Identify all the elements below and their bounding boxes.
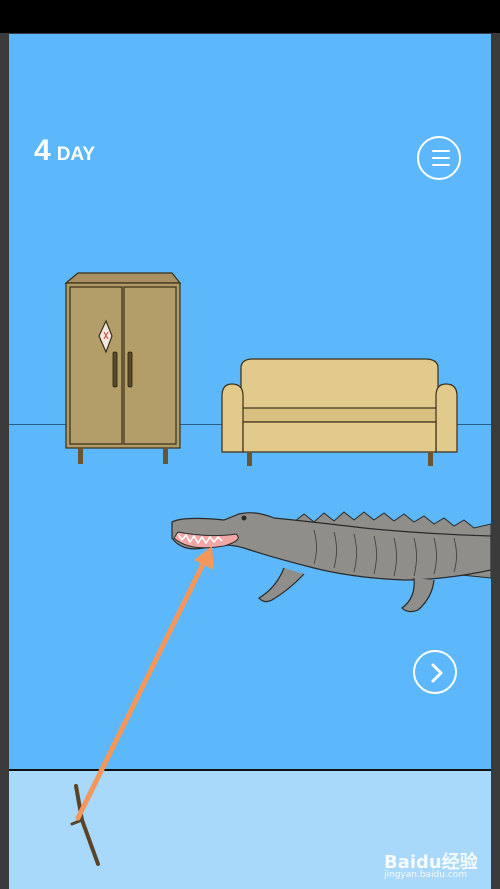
annotation-arrow (75, 546, 214, 821)
watermark-url: jingyan.baidu.com (384, 870, 468, 880)
watermark: Baidu经验 jingyan.baidu.com (384, 838, 484, 882)
